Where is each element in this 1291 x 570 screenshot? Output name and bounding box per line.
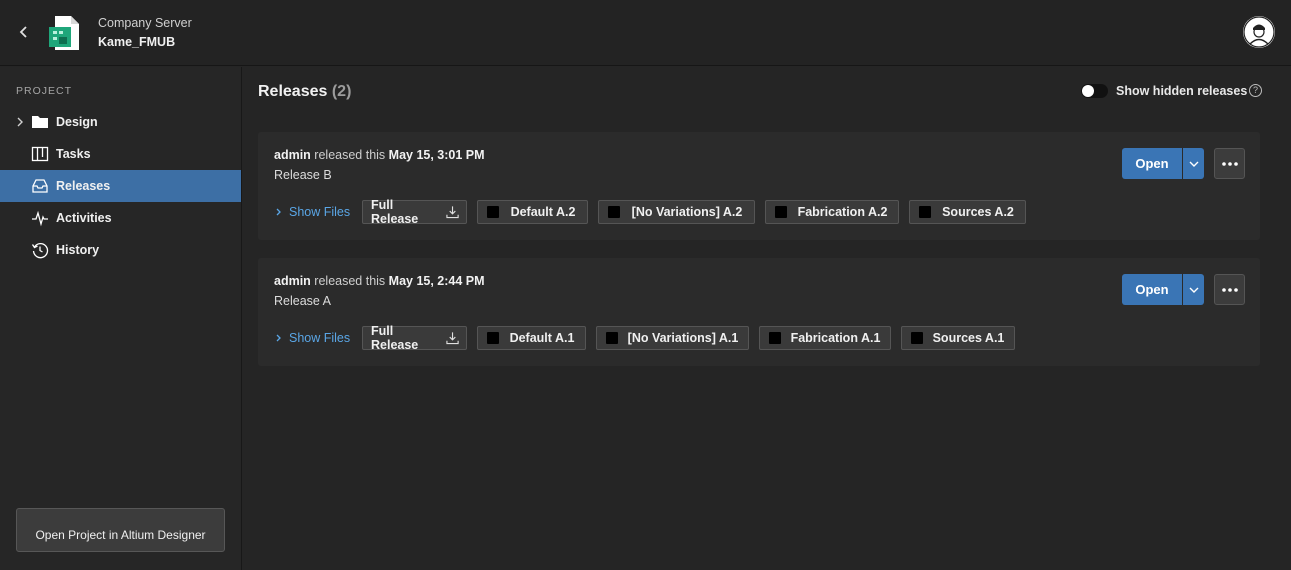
server-name: Company Server (98, 16, 192, 30)
package-label: [No Variations] A.1 (627, 331, 739, 345)
release-card: admin released this May 15, 3:01 PM Rele… (258, 132, 1260, 240)
open-button[interactable]: Open (1122, 148, 1182, 179)
release-name: Release B (274, 168, 332, 182)
full-release-label: Full Release (371, 324, 419, 352)
help-icon[interactable]: ? (1249, 84, 1262, 97)
toggle-knob (1082, 85, 1094, 97)
top-header: Company Server Kame_FMUB (0, 0, 1291, 66)
sidebar-item-label: History (56, 243, 100, 257)
package-chip[interactable]: [No Variations] A.2 (598, 200, 755, 224)
release-date: May 15, 3:01 PM (388, 148, 485, 162)
package-label: [No Variations] A.2 (631, 205, 743, 219)
package-chip[interactable]: Sources A.1 (901, 326, 1015, 350)
package-color-swatch (608, 206, 620, 218)
package-chip[interactable]: Fabrication A.2 (765, 200, 899, 224)
project-name: Kame_FMUB (98, 35, 176, 49)
sidebar-item-tasks[interactable]: Tasks (0, 138, 241, 170)
open-button[interactable]: Open (1122, 274, 1182, 305)
chevron-right-icon (276, 334, 281, 342)
package-color-swatch (487, 206, 499, 218)
user-avatar[interactable] (1243, 16, 1275, 48)
package-color-swatch (919, 206, 931, 218)
pcb-project-icon (49, 16, 79, 50)
sidebar-item-releases[interactable]: Releases (0, 170, 241, 202)
more-options-button[interactable] (1214, 148, 1245, 179)
release-card: admin released this May 15, 2:44 PM Rele… (258, 258, 1260, 366)
package-color-swatch (911, 332, 923, 344)
sidebar-item-label: Design (56, 115, 98, 129)
release-user: admin (274, 148, 311, 162)
open-dropdown-button[interactable] (1183, 148, 1204, 179)
chevron-down-icon (1189, 287, 1198, 293)
user-avatar-icon (1243, 16, 1275, 48)
chevron-left-icon (19, 26, 27, 38)
show-files-label: Show Files (289, 331, 351, 345)
chevron-right-icon (276, 208, 281, 216)
full-release-label: Full Release (371, 198, 419, 226)
package-label: Fabrication A.2 (797, 205, 888, 219)
show-hidden-toggle[interactable] (1081, 84, 1108, 98)
show-files-label: Show Files (289, 205, 351, 219)
full-release-button[interactable]: Full Release (362, 198, 467, 226)
sidebar-item-activities[interactable]: Activities (0, 202, 241, 234)
package-chip[interactable]: Default A.2 (477, 200, 588, 224)
releases-tray-icon (32, 179, 48, 193)
show-files-link[interactable]: Show Files (274, 205, 350, 219)
chevron-down-icon (1189, 161, 1198, 167)
full-release-button[interactable]: Full Release (362, 324, 467, 352)
more-dots-icon (1221, 287, 1238, 292)
show-hidden-label: Show hidden releases (1116, 84, 1248, 98)
package-chip[interactable]: [No Variations] A.1 (596, 326, 749, 350)
release-user: admin (274, 274, 311, 288)
chevron-right-icon[interactable] (13, 115, 27, 129)
sidebar-item-design[interactable]: Design (0, 106, 241, 138)
sidebar: PROJECT Design Tasks Releases Activities… (0, 67, 242, 570)
package-color-swatch (487, 332, 499, 344)
release-action: released this (314, 274, 386, 288)
section-label: PROJECT (16, 85, 73, 97)
package-label: Default A.1 (509, 331, 575, 345)
page-title: Releases (2) (258, 83, 351, 101)
release-meta: admin released this May 15, 3:01 PM (274, 148, 485, 162)
release-meta: admin released this May 15, 2:44 PM (274, 274, 485, 288)
package-color-swatch (606, 332, 618, 344)
package-color-swatch (769, 332, 781, 344)
package-label: Sources A.1 (932, 331, 1005, 345)
back-button[interactable] (14, 22, 34, 42)
sidebar-item-label: Releases (56, 179, 111, 193)
package-label: Sources A.2 (942, 205, 1014, 219)
release-name: Release A (274, 294, 331, 308)
package-color-swatch (775, 206, 787, 218)
package-chip[interactable]: Sources A.2 (909, 200, 1026, 224)
open-dropdown-button[interactable] (1183, 274, 1204, 305)
show-files-link[interactable]: Show Files (274, 331, 350, 345)
sidebar-item-label: Tasks (56, 147, 91, 161)
release-date: May 15, 2:44 PM (388, 274, 485, 288)
sidebar-item-label: Activities (56, 211, 112, 225)
history-clock-icon (31, 243, 49, 259)
activity-pulse-icon (32, 210, 48, 227)
release-count: (2) (331, 83, 352, 100)
folder-icon (32, 116, 48, 128)
sidebar-item-history[interactable]: History (0, 234, 241, 266)
package-label: Fabrication A.1 (790, 331, 881, 345)
tasks-board-icon (31, 146, 49, 162)
more-dots-icon (1221, 161, 1238, 166)
package-chip[interactable]: Default A.1 (477, 326, 586, 350)
package-chip[interactable]: Fabrication A.1 (759, 326, 891, 350)
release-action: released this (314, 148, 386, 162)
page-title-text: Releases (258, 83, 328, 100)
download-icon (446, 332, 459, 345)
package-label: Default A.2 (510, 205, 576, 219)
open-in-altium-button[interactable]: Open Project in Altium Designer (16, 508, 225, 552)
more-options-button[interactable] (1214, 274, 1245, 305)
download-icon (446, 206, 459, 219)
